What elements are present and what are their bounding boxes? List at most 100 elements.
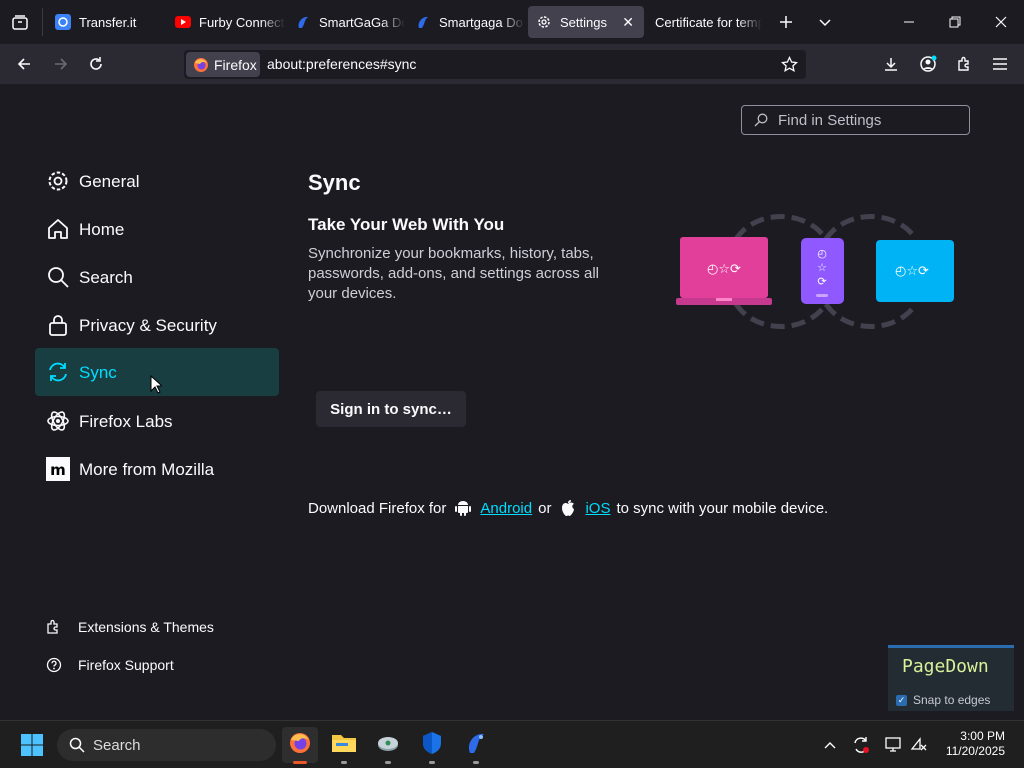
category-label: Sync	[79, 363, 117, 382]
svg-text:◴☆⟳: ◴☆⟳	[895, 264, 929, 279]
back-icon[interactable]	[11, 52, 37, 76]
taskbar-search-label: Search	[93, 736, 141, 754]
category-label: Privacy & Security	[79, 316, 217, 335]
identity-label: Firefox	[214, 56, 257, 73]
lock-icon	[46, 313, 70, 337]
minimize-icon[interactable]	[896, 10, 922, 34]
apple-icon	[559, 499, 577, 517]
taskbar-search[interactable]: Search	[57, 729, 276, 761]
firefox-icon	[193, 57, 209, 73]
android-link[interactable]: Android	[480, 500, 532, 517]
category-label: Home	[79, 220, 125, 239]
url-text[interactable]: about:preferences#sync	[267, 56, 416, 72]
keystroke-overlay: PageDown ✓ Snap to edges	[888, 645, 1014, 711]
sync-subheading: Take Your Web With You	[308, 215, 505, 234]
windows-taskbar: Search 3:00 PM 11/20/2025	[0, 720, 1024, 768]
identity-chip[interactable]: Firefox	[186, 52, 260, 77]
reload-icon[interactable]	[83, 52, 109, 76]
close-tab-icon[interactable]: ✕	[622, 14, 634, 31]
android-icon	[454, 499, 472, 517]
sync-devices-illustration: ◴☆⟳ ◴ ☆ ⟳ ◴☆⟳	[676, 214, 956, 329]
category-label: Firefox Labs	[79, 412, 173, 431]
tab-smartgaga-2[interactable]: Smartgaga Do	[407, 6, 525, 38]
tab-bar: Transfer.it Furby Connect SmartGaGa Do S…	[0, 0, 1024, 44]
taskbar-smartgaga[interactable]	[458, 727, 494, 764]
transfer-icon	[55, 14, 71, 30]
download-prefix: Download Firefox for	[308, 499, 447, 517]
restore-icon[interactable]	[942, 10, 968, 34]
smartgaga-icon	[464, 731, 488, 760]
tab-furby[interactable]: Furby Connect	[167, 6, 285, 38]
category-labs[interactable]: Firefox Labs	[35, 397, 279, 445]
system-clock[interactable]: 3:00 PM 11/20/2025	[946, 729, 1005, 759]
footer-link-label: Firefox Support	[78, 657, 174, 673]
snap-to-edges-toggle[interactable]: ✓ Snap to edges	[896, 693, 990, 707]
smartgaga-icon	[415, 14, 431, 30]
tab-title: Settings	[560, 14, 607, 30]
search-icon	[69, 737, 85, 753]
category-general[interactable]: General	[35, 157, 279, 205]
new-tab-icon[interactable]	[773, 10, 799, 34]
sign-in-to-sync-button[interactable]: Sign in to sync…	[316, 391, 466, 427]
category-home[interactable]: Home	[35, 205, 279, 253]
tray-network-icon[interactable]	[909, 735, 929, 755]
close-window-icon[interactable]	[988, 10, 1014, 34]
forward-icon[interactable]	[48, 52, 74, 76]
extensions-themes-link[interactable]: Extensions & Themes	[46, 619, 214, 635]
download-suffix: to sync with your mobile device.	[616, 499, 829, 517]
footer-link-label: Extensions & Themes	[78, 619, 214, 635]
taskbar-file-explorer[interactable]	[326, 727, 362, 764]
category-label: Search	[79, 268, 133, 287]
bookmark-star-icon[interactable]	[781, 55, 798, 78]
clock-date: 11/20/2025	[945, 744, 1005, 758]
tray-sync-icon[interactable]	[851, 735, 871, 755]
settings-page: Find in Settings General Home Search Pri…	[0, 84, 1024, 720]
category-mozilla[interactable]: m More from Mozilla	[35, 445, 279, 493]
search-icon	[754, 113, 768, 127]
puzzle-icon	[46, 619, 62, 635]
svg-text:◴: ◴	[817, 247, 827, 260]
taskbar-firefox[interactable]	[282, 727, 318, 764]
taskbar-app-disk[interactable]	[370, 727, 406, 764]
search-icon	[46, 265, 70, 289]
chevron-down-icon[interactable]	[812, 10, 838, 34]
category-privacy[interactable]: Privacy & Security	[35, 301, 279, 349]
tray-display-icon[interactable]	[884, 735, 904, 755]
sync-description: Synchronize your bookmarks, history, tab…	[308, 245, 599, 302]
search-placeholder: Find in Settings	[778, 111, 882, 129]
settings-search-input[interactable]: Find in Settings	[741, 105, 970, 135]
tab-settings[interactable]: Settings ✕	[528, 6, 644, 38]
mozilla-icon: m	[46, 457, 70, 481]
ios-link[interactable]: iOS	[585, 500, 610, 517]
svg-text:◴☆⟳: ◴☆⟳	[707, 262, 741, 277]
home-icon	[46, 217, 70, 241]
category-label: More from Mozilla	[79, 460, 215, 479]
tab-certificate[interactable]: Certificate for temp	[647, 6, 762, 38]
disk-icon	[376, 731, 400, 760]
taskbar-defender[interactable]	[414, 727, 450, 764]
mouse-cursor-icon	[150, 374, 164, 399]
downloads-icon[interactable]	[878, 52, 904, 76]
tab-smartgaga-1[interactable]: SmartGaGa Do	[287, 6, 405, 38]
tab-transfer[interactable]: Transfer.it	[47, 6, 165, 38]
page-title: Sync	[308, 170, 361, 195]
smartgaga-icon	[295, 14, 311, 30]
firefox-support-link[interactable]: Firefox Support	[46, 657, 174, 673]
account-icon[interactable]	[915, 52, 941, 76]
labs-icon	[46, 409, 70, 433]
shield-icon	[421, 731, 443, 760]
tray-chevron-up-icon[interactable]	[820, 735, 840, 755]
download-firefox-line: Download Firefox for Android or iOS to s…	[308, 499, 828, 517]
checkbox-icon[interactable]: ✓	[896, 694, 907, 706]
keystroke-label: PageDown	[902, 656, 989, 677]
tab-list-icon[interactable]	[7, 10, 33, 34]
windows-start-icon[interactable]	[14, 727, 50, 763]
url-bar[interactable]: Firefox about:preferences#sync	[184, 50, 806, 79]
svg-text:⟳: ⟳	[817, 275, 826, 288]
youtube-icon	[175, 14, 191, 30]
category-label: General	[79, 172, 140, 191]
category-search[interactable]: Search	[35, 253, 279, 301]
firefox-icon	[288, 731, 312, 760]
menu-icon[interactable]	[987, 52, 1013, 76]
extensions-icon[interactable]	[951, 52, 977, 76]
